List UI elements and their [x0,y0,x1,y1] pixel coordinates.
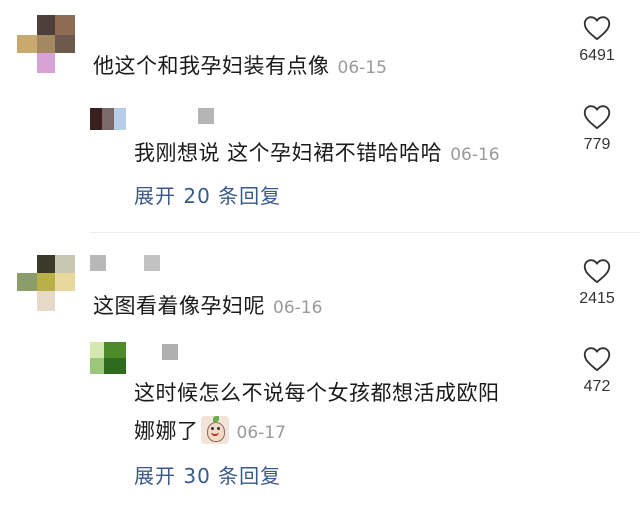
like-count: 2415 [579,290,615,307]
like-button[interactable]: 779 [567,104,627,154]
like-count: 779 [583,136,611,153]
avatar[interactable] [17,255,75,311]
avatar[interactable] [90,108,126,130]
username[interactable] [90,255,164,271]
avatar[interactable] [90,342,126,374]
heart-outline-icon [583,105,611,130]
avatar[interactable] [17,15,75,73]
like-button[interactable]: 2415 [567,258,627,308]
heart-outline-icon [583,259,611,284]
heart-outline-icon [583,16,611,41]
comment-date: 06-15 [337,58,387,78]
reply-text-cont: 娜娜了 06-17 [134,413,286,451]
comment-body: 这图看着像孕妇呢 [93,294,265,318]
reply-date: 06-16 [450,145,500,165]
reply-body-line2: 娜娜了 [134,419,199,443]
reply-text: 我刚想说 这个孕妇裙不错哈哈哈 06-16 [134,135,500,173]
reply-body-line1: 这时候怎么不说每个女孩都想活成欧阳 [134,381,500,405]
like-count: 472 [583,378,611,395]
reply-body: 我刚想说 这个孕妇裙不错哈哈哈 [134,141,443,165]
reply-date: 06-17 [236,423,286,443]
reply-text: 这时候怎么不说每个女孩都想活成欧阳 [134,375,500,411]
comment-text: 这图看着像孕妇呢 06-16 [93,288,322,326]
expand-replies-button[interactable]: 展开 30 条回复 [134,460,281,489]
expand-replies-button[interactable]: 展开 20 条回复 [134,180,281,209]
like-count: 6491 [579,47,615,64]
comment-date: 06-16 [273,298,323,318]
username[interactable] [198,108,218,124]
divider [90,232,640,233]
heart-outline-icon [583,347,611,372]
cute-face-sticker-icon [200,416,229,444]
comment-body: 他这个和我孕妇装有点像 [93,54,330,78]
comment-text: 他这个和我孕妇装有点像 06-15 [93,48,387,86]
username[interactable] [162,344,182,360]
like-button[interactable]: 6491 [567,15,627,65]
like-button[interactable]: 472 [567,346,627,396]
